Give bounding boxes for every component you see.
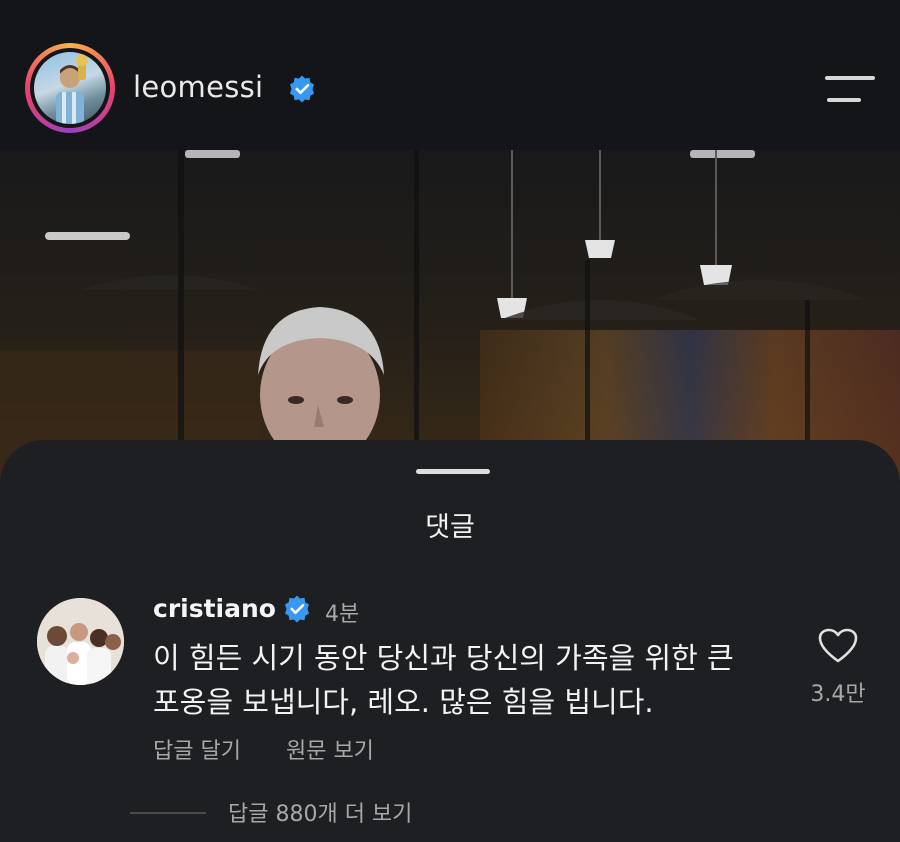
comment-text-line: 이 힘든 시기 동안 당신과 당신의 가족을 위한 큰 xyxy=(153,641,734,675)
profile-avatar xyxy=(34,52,106,124)
post-image[interactable] xyxy=(0,150,900,480)
comment-text: 이 힘든 시기 동안 당신과 당신의 가족을 위한 큰 포옹을 보냅니다, 레오… xyxy=(153,636,793,724)
commenter-avatar[interactable] xyxy=(37,598,124,685)
see-original-button[interactable]: 원문 보기 xyxy=(286,739,374,764)
heart-icon[interactable] xyxy=(818,628,858,664)
comment-text-line: 포옹을 보냅니다, 레오. 많은 힘을 빕니다. xyxy=(153,685,654,719)
profile-header: leomessi xyxy=(0,0,900,150)
sheet-drag-handle[interactable] xyxy=(416,469,490,474)
post-photo-scene xyxy=(0,150,900,480)
comments-sheet: 댓글 cristiano 4분 이 힘든 시기 동안 당신과 당신의 가족을 위… xyxy=(0,440,900,842)
verified-badge-icon xyxy=(290,75,314,103)
reply-button[interactable]: 답글 달기 xyxy=(153,739,241,764)
like-count: 3.4만 xyxy=(810,682,866,707)
story-ring[interactable] xyxy=(25,43,115,133)
profile-username[interactable]: leomessi xyxy=(133,70,263,104)
hamburger-menu-icon[interactable] xyxy=(825,74,877,104)
comment-timestamp: 4분 xyxy=(325,602,360,627)
replies-divider xyxy=(130,812,206,814)
commenter-username[interactable]: cristiano xyxy=(153,594,276,623)
comment-actions: 답글 달기 원문 보기 xyxy=(153,733,412,765)
view-replies-button[interactable]: 답글 880개 더 보기 xyxy=(228,796,412,828)
verified-badge-icon xyxy=(285,595,309,623)
sheet-title: 댓글 xyxy=(425,512,475,543)
